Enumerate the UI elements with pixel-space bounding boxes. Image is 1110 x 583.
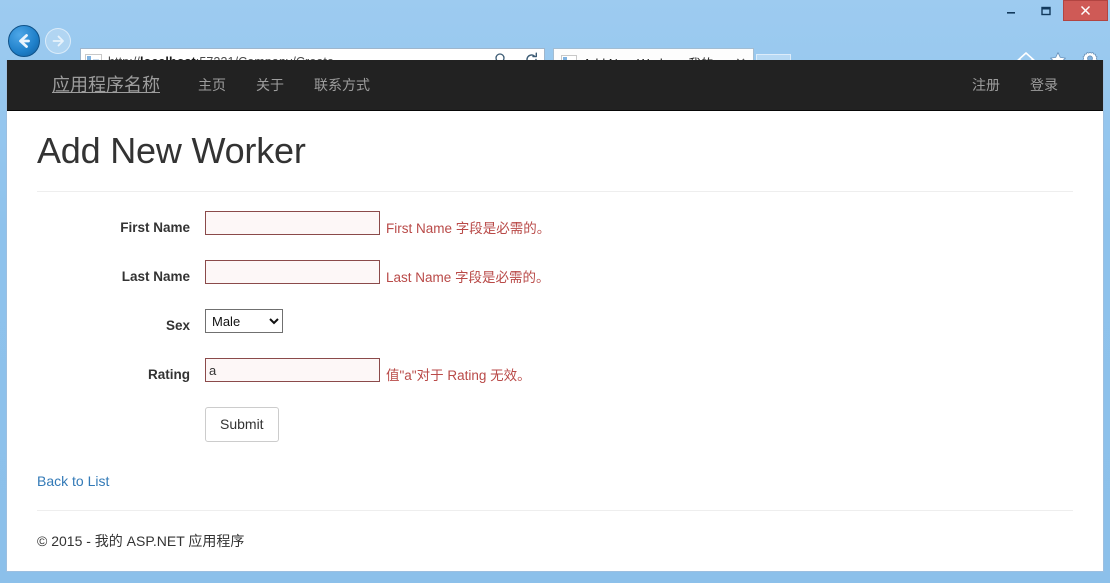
field-col-submit: Submit (205, 407, 279, 442)
worker-form: First Name First Name 字段是必需的。 Last Name … (37, 211, 1073, 442)
page-viewport: 应用程序名称 主页 关于 联系方式 注册 登录 Add New Worker F… (6, 60, 1104, 572)
field-col-rating: 值"a"对于 Rating 无效。 (205, 358, 531, 384)
close-icon[interactable] (1063, 0, 1108, 21)
form-group-last-name: Last Name Last Name 字段是必需的。 (37, 260, 1073, 294)
label-last-name: Last Name (121, 269, 190, 284)
site-navbar: 应用程序名称 主页 关于 联系方式 注册 登录 (7, 60, 1103, 111)
label-rating: Rating (148, 367, 190, 382)
first-name-error: First Name 字段是必需的。 (386, 221, 551, 236)
last-name-input[interactable] (205, 260, 380, 284)
maximize-icon[interactable] (1028, 0, 1063, 21)
rating-input[interactable] (205, 358, 380, 382)
last-name-error: Last Name 字段是必需的。 (386, 270, 550, 285)
browser-window: http://localhost:57231/Company/Create (0, 0, 1110, 583)
form-group-rating: Rating 值"a"对于 Rating 无效。 (37, 358, 1073, 392)
browser-titlebar (0, 0, 1110, 22)
browser-navigation-row: http://localhost:57231/Company/Create (0, 22, 1110, 76)
form-group-submit: Submit (37, 407, 1073, 442)
navbar-item-register[interactable]: 注册 (957, 60, 1015, 110)
back-button-icon[interactable] (8, 25, 40, 57)
navbar-item-contact[interactable]: 联系方式 (299, 60, 385, 110)
field-col-first-name: First Name 字段是必需的。 (205, 211, 550, 237)
field-col-last-name: Last Name 字段是必需的。 (205, 260, 550, 286)
navbar-right-links: 注册 登录 (957, 60, 1073, 110)
footer-copyright: © 2015 - 我的 ASP.NET 应用程序 (37, 532, 245, 549)
back-to-list-link[interactable]: Back to List (37, 473, 109, 489)
window-controls (993, 0, 1108, 22)
navbar-item-about[interactable]: 关于 (241, 60, 299, 110)
minimize-icon[interactable] (993, 0, 1028, 21)
navbar-brand[interactable]: 应用程序名称 (37, 60, 175, 110)
label-submit-spacer (37, 407, 205, 431)
navbar-item-login[interactable]: 登录 (1015, 60, 1073, 110)
field-col-sex: Male Female (205, 309, 283, 333)
page-title: Add New Worker (37, 130, 306, 171)
rating-error: 值"a"对于 Rating 无效。 (386, 368, 531, 383)
title-divider (37, 191, 1073, 192)
form-group-sex: Sex Male Female (37, 309, 1073, 343)
label-sex: Sex (165, 318, 190, 333)
forward-button-icon[interactable] (45, 28, 71, 54)
sex-select[interactable]: Male Female (205, 309, 283, 333)
first-name-input[interactable] (205, 211, 380, 235)
footer-divider (37, 509, 1073, 511)
submit-button[interactable]: Submit (205, 407, 279, 442)
form-group-first-name: First Name First Name 字段是必需的。 (37, 211, 1073, 245)
page-container: Add New Worker First Name First Name 字段是… (37, 130, 1073, 551)
navbar-item-home[interactable]: 主页 (183, 60, 241, 110)
navbar-links: 主页 关于 联系方式 (183, 60, 385, 110)
label-first-name: First Name (120, 220, 190, 235)
